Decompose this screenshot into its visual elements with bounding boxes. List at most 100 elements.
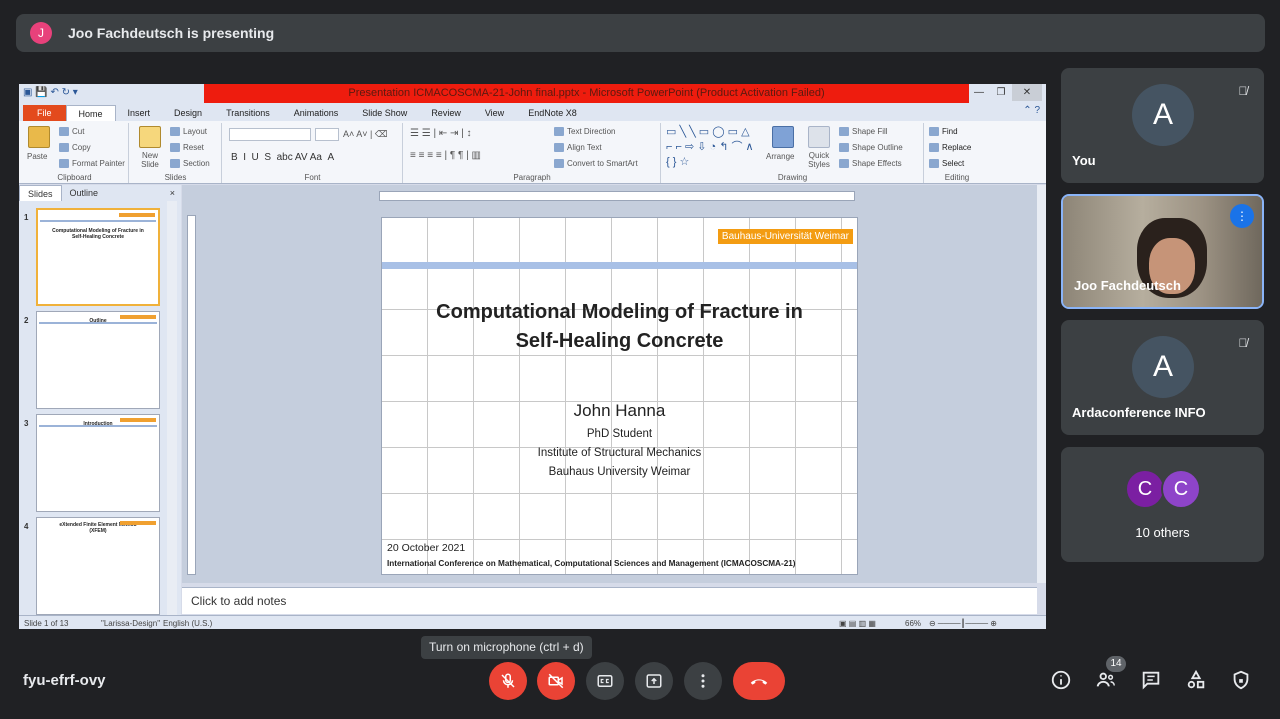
new-slide-icon[interactable] [139, 126, 161, 148]
tab-transitions[interactable]: Transitions [214, 105, 282, 121]
thumb-number: 4 [24, 522, 29, 531]
language: English (U.S.) [163, 619, 213, 628]
tab-insert[interactable]: Insert [116, 105, 163, 121]
tab-review[interactable]: Review [419, 105, 473, 121]
quick-styles-button[interactable]: Quick Styles [804, 151, 834, 169]
shape-effects-icon [839, 159, 849, 169]
slide-role: PhD Student [586, 428, 653, 440]
notes-pane[interactable]: Click to add notes [182, 587, 1037, 614]
paste-icon[interactable] [28, 126, 50, 148]
cut-icon [59, 127, 69, 137]
thumb-badge [120, 315, 156, 319]
text-direction-button[interactable]: Text Direction [554, 127, 615, 137]
list-buttons[interactable]: ☰ ☰ | ⇤ ⇥ | ↕ [410, 128, 472, 139]
participant-tile-others[interactable]: C C 10 others [1061, 447, 1264, 562]
thumb-bar [39, 425, 157, 427]
new-slide-button[interactable]: New Slide [135, 151, 165, 169]
arrange-button[interactable]: Arrange [766, 152, 794, 161]
tab-outline[interactable]: Outline [62, 185, 107, 201]
tab-home[interactable]: Home [65, 105, 116, 121]
font-format-buttons[interactable]: B I U S abc AV Aa A [231, 152, 334, 163]
activities-button[interactable] [1183, 669, 1209, 695]
microphone-button[interactable] [489, 662, 527, 700]
copy-icon [59, 143, 69, 153]
paragraph-group: ☰ ☰ | ⇤ ⇥ | ↕ ≡ ≡ ≡ ≡ | ¶ ¶ | ▥ Text Dir… [404, 123, 661, 183]
smartart-icon [554, 159, 564, 169]
thumb-badge [119, 213, 155, 217]
align-text-button[interactable]: Align Text [554, 143, 602, 153]
present-button[interactable] [635, 662, 673, 700]
font-grow-shrink[interactable]: A˄ A˅ | ⌫ [343, 129, 388, 140]
captions-button[interactable] [586, 662, 624, 700]
others-count: 10 others [1135, 525, 1190, 540]
participant-tile-presenter[interactable]: ⋮ Joo Fachdeutsch [1061, 194, 1264, 309]
mic-off-icon [501, 673, 515, 688]
thumb-number: 2 [24, 316, 29, 325]
section-button[interactable]: Section [170, 159, 210, 169]
arrange-icon[interactable] [772, 126, 794, 148]
text-direction-icon [554, 127, 564, 137]
shape-effects-button[interactable]: Shape Effects [839, 159, 902, 169]
find-button[interactable]: Find [929, 127, 958, 137]
camera-button[interactable] [537, 662, 575, 700]
align-text-icon [554, 143, 564, 153]
host-controls-button[interactable] [1228, 669, 1254, 695]
slide-thumbnail-2[interactable]: Outline [36, 311, 160, 409]
people-icon [1096, 672, 1115, 687]
replace-button[interactable]: Replace [929, 143, 971, 153]
format-painter-button[interactable]: Format Painter [59, 159, 125, 169]
align-buttons[interactable]: ≡ ≡ ≡ ≡ | ¶ ¶ | ▥ [410, 150, 481, 161]
tab-file[interactable]: File [23, 105, 66, 121]
select-icon [929, 159, 939, 169]
mic-off-icon: 🎙̸ [1238, 84, 1248, 98]
quick-access-toolbar[interactable]: ▣ 💾 ↶ ↻ ▾ [23, 87, 78, 98]
chat-icon [1142, 671, 1160, 690]
shape-outline-button[interactable]: Shape Outline [839, 143, 903, 153]
drawing-group: ▭ ╲ ╲ ▭ ◯ ▭ △ ⌐ ⌐ ⇨ ⇩ ◔ ↰ ⌒ ∧ { } ☆ Arra… [662, 123, 924, 183]
close-icon[interactable]: ✕ [1012, 84, 1042, 101]
tab-animations[interactable]: Animations [282, 105, 351, 121]
captions-icon [597, 675, 613, 687]
convert-smartart-button[interactable]: Convert to SmartArt [554, 159, 638, 169]
cut-button[interactable]: Cut [59, 127, 84, 137]
font-name-combo[interactable] [229, 128, 311, 141]
tab-design[interactable]: Design [162, 105, 214, 121]
shape-fill-button[interactable]: Shape Fill [839, 127, 888, 137]
tab-view[interactable]: View [473, 105, 516, 121]
more-options-button[interactable] [684, 662, 722, 700]
format-painter-icon [59, 159, 69, 169]
tab-slides[interactable]: Slides [19, 185, 62, 201]
section-icon [170, 159, 180, 169]
zoom-slider[interactable]: ⊖ ────┃──── ⊕ [929, 619, 997, 628]
reset-button[interactable]: Reset [170, 143, 204, 153]
people-button[interactable] [1093, 669, 1119, 695]
layout-button[interactable]: Layout [170, 127, 207, 137]
participant-tile-arda[interactable]: A 🎙̸ Ardaconference INFO [1061, 320, 1264, 435]
font-size-combo[interactable] [315, 128, 339, 141]
edit-scrollbar[interactable] [1037, 185, 1046, 583]
tab-slide-show[interactable]: Slide Show [350, 105, 419, 121]
panel-close-icon[interactable]: × [162, 185, 181, 201]
chat-button[interactable] [1138, 669, 1164, 695]
restore-icon[interactable]: ❐ [990, 84, 1012, 101]
participant-tile-you[interactable]: A 🎙̸ You [1061, 68, 1264, 183]
leave-call-button[interactable] [733, 662, 785, 700]
help-icon[interactable]: ⌃ ? [1023, 105, 1040, 116]
microphone-tooltip: Turn on microphone (ctrl + d) [421, 636, 592, 659]
slide-university: Bauhaus University Weimar [548, 466, 691, 478]
quick-styles-icon[interactable] [808, 126, 830, 148]
panel-scrollbar[interactable] [167, 201, 177, 615]
tab-endnote[interactable]: EndNote X8 [516, 105, 589, 121]
slide-thumbnail-4[interactable]: eXtended Finite Element Method (XFEM) [36, 517, 160, 615]
meeting-details-button[interactable] [1048, 669, 1074, 695]
slide-thumbnail-1[interactable]: Computational Modeling of Fracture in Se… [36, 208, 160, 306]
view-buttons[interactable]: ▣ ▤ ▥ ▦ [839, 619, 876, 628]
current-slide[interactable]: Bauhaus-Universität Weimar Computational… [381, 217, 858, 575]
slide-thumbnail-3[interactable]: Introduction [36, 414, 160, 512]
minimize-icon[interactable]: — [968, 84, 990, 101]
paste-button[interactable]: Paste [27, 152, 47, 161]
shapes-gallery[interactable]: ▭ ╲ ╲ ▭ ◯ ▭ △ ⌐ ⌐ ⇨ ⇩ ◔ ↰ ⌒ ∧ { } ☆ [666, 125, 758, 170]
copy-button[interactable]: Copy [59, 143, 91, 153]
select-button[interactable]: Select [929, 159, 964, 169]
ppt-window-title: Presentation ICMACOSCMA-21-John final.pp… [348, 87, 825, 99]
